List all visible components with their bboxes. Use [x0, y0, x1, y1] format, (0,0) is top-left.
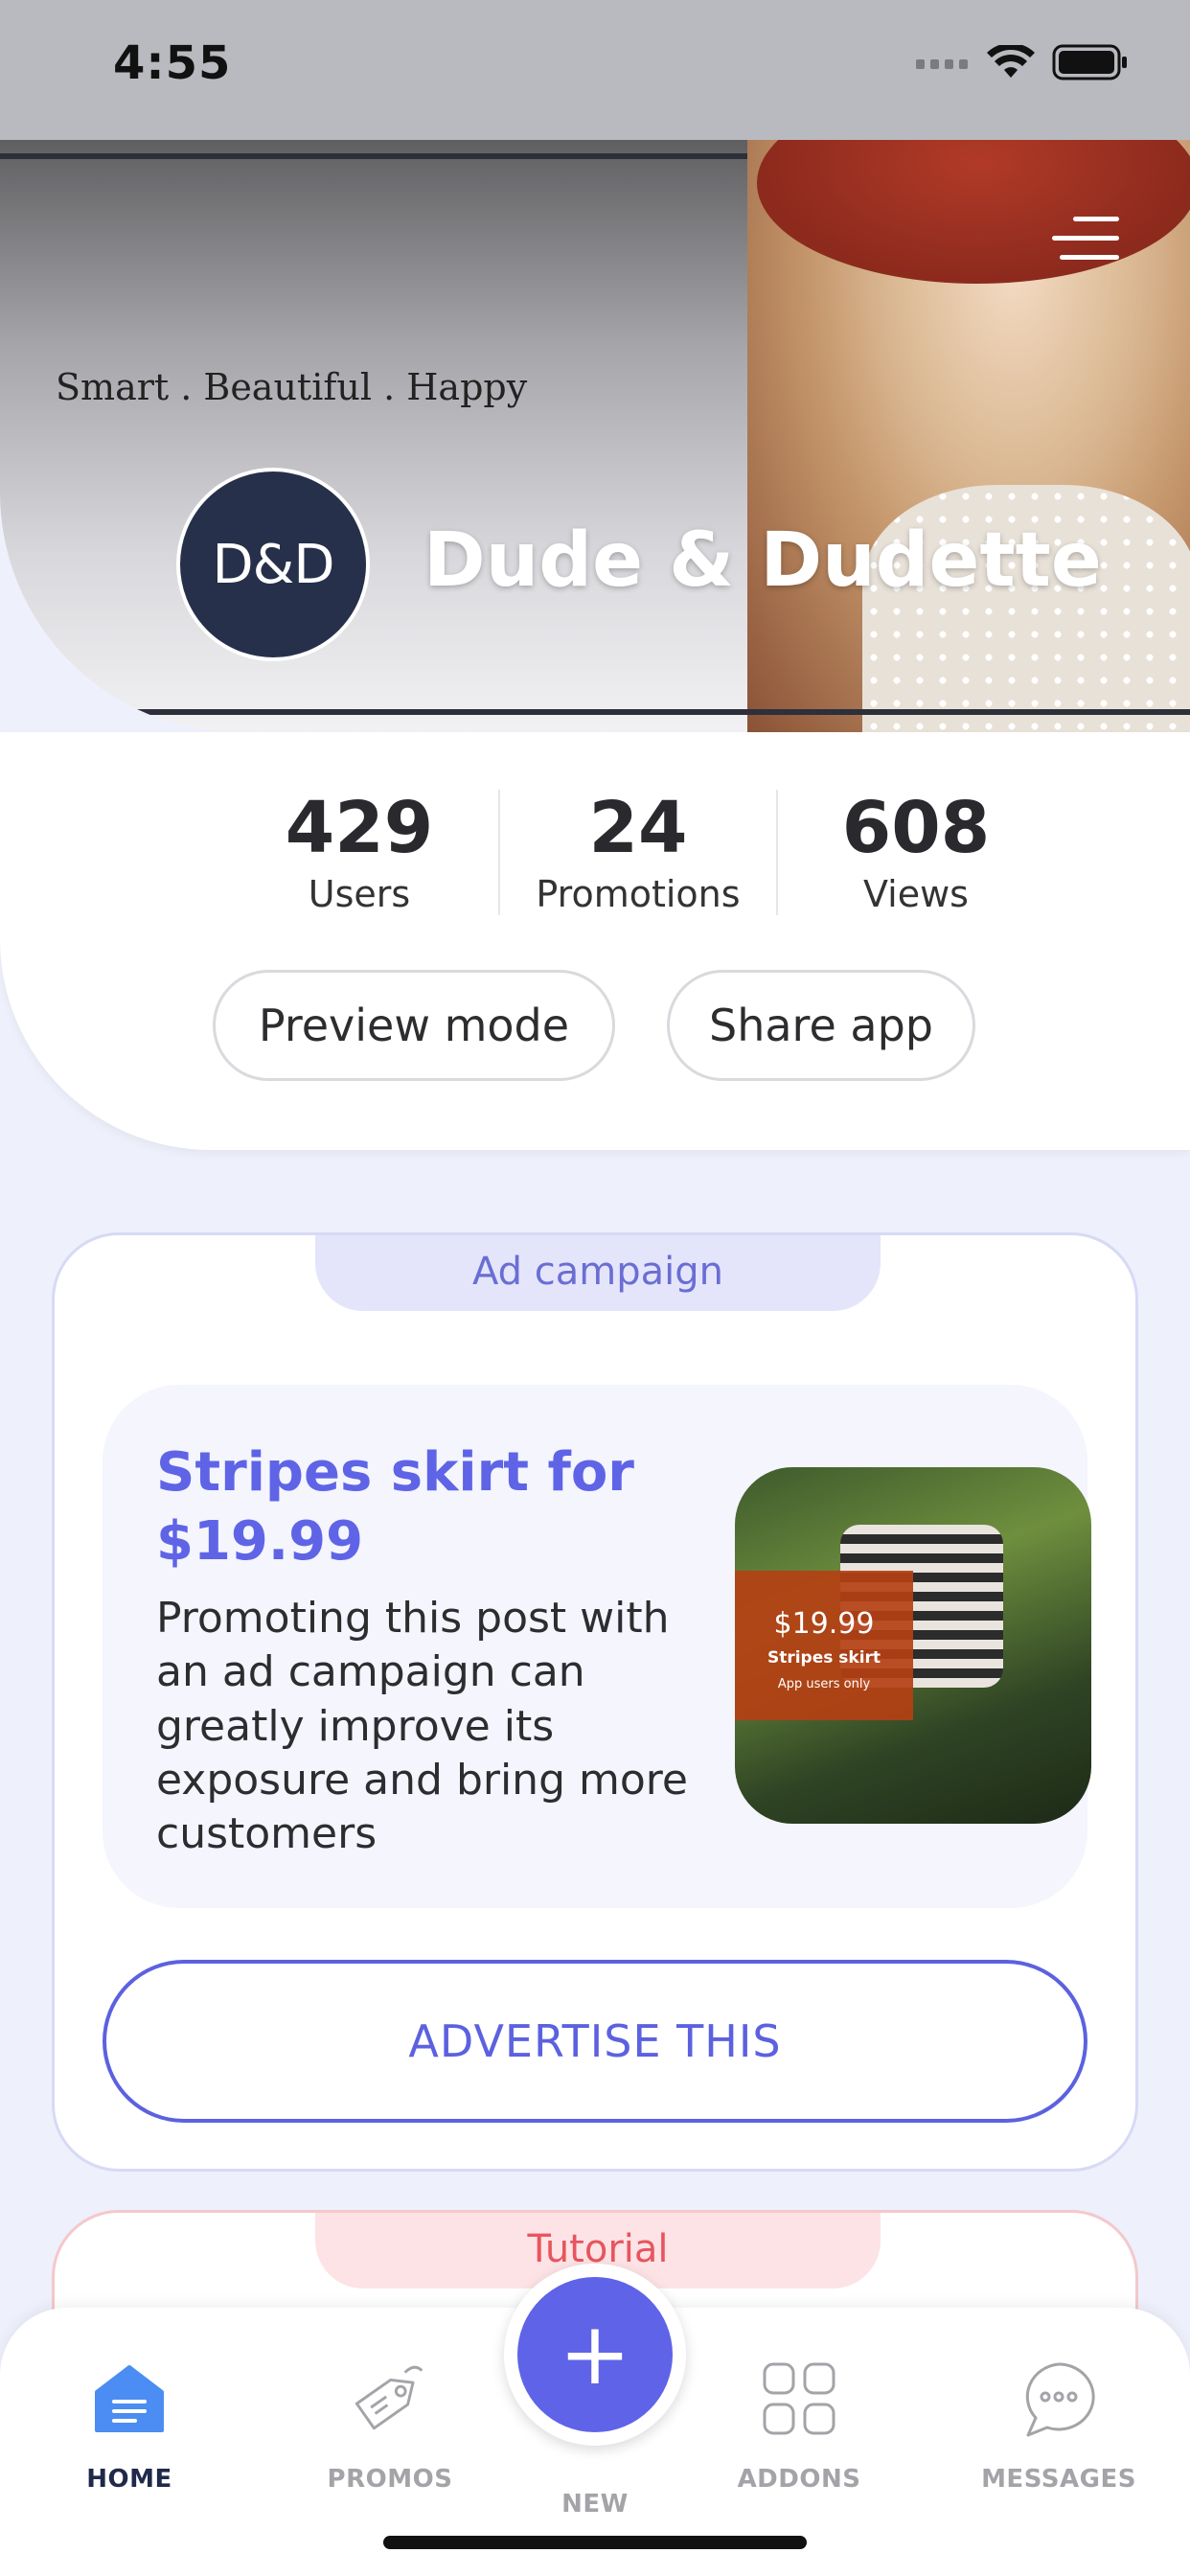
banner-top-line: [0, 153, 767, 159]
overlay-note: App users only: [777, 1677, 871, 1691]
hamburger-menu-icon[interactable]: [1052, 217, 1119, 264]
status-time: 4:55: [113, 36, 232, 90]
stat-label: Views: [863, 873, 969, 916]
hero-banner: Smart . Beautiful . Happy: [0, 140, 1190, 732]
tab-label: NEW: [561, 2490, 629, 2518]
overlay-price: $19.99: [773, 1607, 875, 1641]
chat-icon: [1016, 2356, 1102, 2442]
stat-users: 429 Users: [220, 787, 498, 916]
grid-icon: [756, 2356, 842, 2442]
post-image: $19.99 Stripes skirt App users only: [735, 1467, 1091, 1824]
tab-label: ADDONS: [737, 2465, 861, 2494]
ad-campaign-card: Ad campaign Stripes skirt for $19.99 Pro…: [52, 1232, 1138, 2172]
home-icon: [86, 2356, 172, 2442]
plus-icon: +: [517, 2277, 673, 2432]
stat-value: 608: [841, 787, 991, 869]
tab-label: HOME: [86, 2465, 172, 2494]
status-icons: [916, 44, 1129, 80]
wifi-icon: [987, 45, 1035, 78]
tab-label: MESSAGES: [981, 2465, 1136, 2494]
stat-value: 429: [285, 787, 434, 869]
tag-icon: [347, 2356, 433, 2442]
tab-home[interactable]: HOME: [24, 2356, 235, 2494]
post-title: Stripes skirt for $19.99: [156, 1441, 634, 1573]
new-post-button[interactable]: +: [504, 2264, 686, 2446]
brand-name: Dude & Dudette: [423, 518, 1102, 604]
preview-mode-button[interactable]: Preview mode: [213, 970, 615, 1081]
stat-value: 24: [588, 787, 688, 869]
price-overlay: $19.99 Stripes skirt App users only: [735, 1571, 913, 1720]
tab-label: PROMOS: [327, 2465, 453, 2494]
tab-promos[interactable]: PROMOS: [285, 2356, 495, 2494]
advertise-this-button[interactable]: ADVERTISE THIS: [103, 1960, 1087, 2123]
signal-icon: [916, 56, 970, 69]
home-indicator[interactable]: [383, 2536, 807, 2549]
status-bar: 4:55: [0, 0, 1190, 140]
post-description: Promoting this post with an ad campaign …: [156, 1594, 688, 1859]
tab-addons[interactable]: ADDONS: [694, 2356, 904, 2494]
share-app-button[interactable]: Share app: [667, 970, 975, 1081]
brand-tagline: Smart . Beautiful . Happy: [56, 366, 528, 408]
promoted-post[interactable]: Stripes skirt for $19.99 Promoting this …: [103, 1385, 1091, 1908]
tab-messages[interactable]: MESSAGES: [953, 2356, 1164, 2494]
brand-logo: D&D: [176, 468, 370, 661]
stats-card: 429 Users 24 Promotions 608 Views Previe…: [0, 732, 1190, 1150]
ad-campaign-tab: Ad campaign: [315, 1235, 881, 1311]
stat-views: 608 Views: [776, 787, 1054, 916]
stat-label: Users: [308, 873, 411, 916]
stats-row: 429 Users 24 Promotions 608 Views: [220, 787, 1054, 916]
stat-label: Promotions: [536, 873, 741, 916]
battery-icon: [1052, 44, 1127, 80]
banner-bottom-line: [0, 709, 1190, 715]
stat-promotions: 24 Promotions: [498, 787, 776, 916]
overlay-product: Stripes skirt: [767, 1648, 881, 1668]
